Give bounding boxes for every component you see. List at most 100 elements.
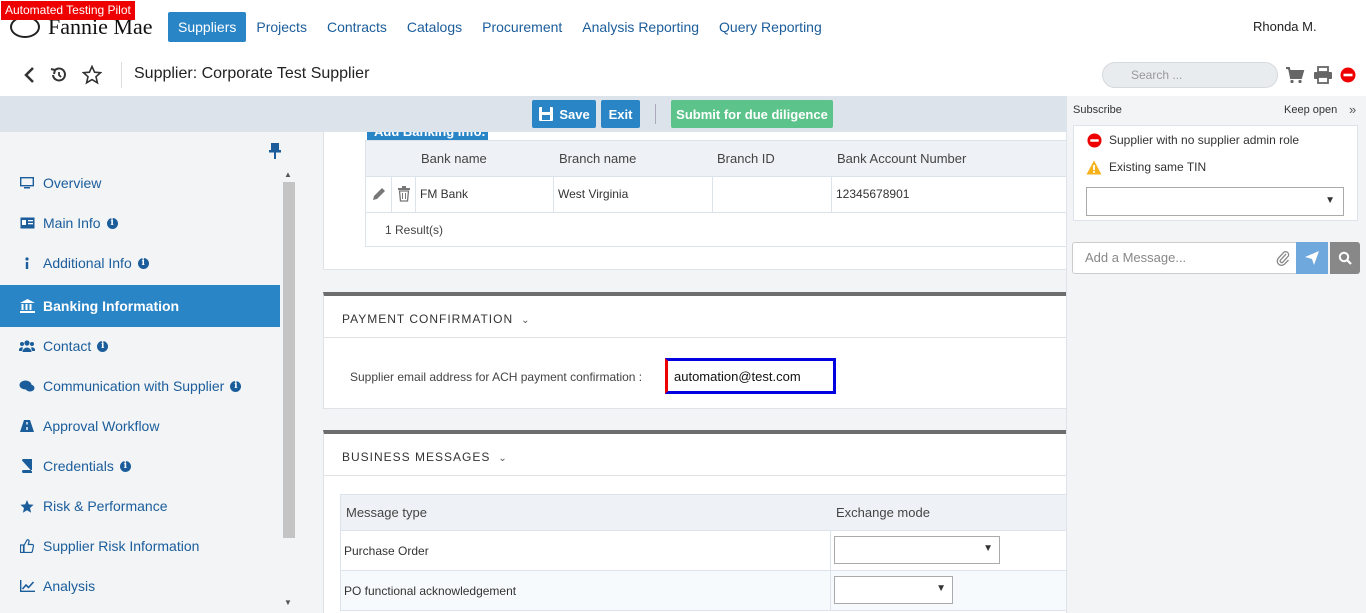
sidebar-item-label: Contact: [43, 338, 92, 354]
id-card-icon: [19, 215, 35, 231]
main-content: Add Banking Info. Bank name Branch name …: [298, 132, 1066, 613]
nav-contracts[interactable]: Contracts: [317, 12, 397, 42]
payment-confirmation-title[interactable]: PAYMENT CONFIRMATION ⌄: [342, 312, 531, 326]
payment-confirmation-label: PAYMENT CONFIRMATION: [342, 312, 514, 326]
back-icon[interactable]: [18, 64, 40, 86]
payment-confirmation-card: PAYMENT CONFIRMATION ⌄ Supplier email add…: [323, 292, 1066, 409]
business-messages-table: Message type Exchange mode Purchase Orde…: [340, 494, 1066, 611]
submit-due-diligence-button[interactable]: Submit for due diligence: [671, 100, 833, 128]
right-panel: Subscribe Keep open » Supplier with no s…: [1066, 96, 1366, 613]
nav-suppliers[interactable]: Suppliers: [168, 12, 247, 42]
dropdown-arrow-icon: ▼: [1325, 195, 1335, 206]
pin-icon[interactable]: [268, 142, 284, 160]
message-input[interactable]: Add a Message...: [1072, 242, 1297, 274]
top-navigation: Automated Testing Pilot Fannie Mae Suppl…: [0, 0, 1366, 54]
nav-catalogs[interactable]: Catalogs: [397, 12, 472, 42]
send-message-button[interactable]: [1296, 242, 1328, 274]
print-icon[interactable]: [1313, 65, 1333, 85]
attachment-icon[interactable]: [1276, 250, 1290, 267]
user-name[interactable]: Rhonda M.: [1253, 19, 1317, 34]
book-icon: [19, 458, 35, 474]
nav-procurement[interactable]: Procurement: [472, 12, 572, 42]
sidebar-item-risk-performance[interactable]: Risk & Performance: [0, 485, 280, 527]
business-messages-card: BUSINESS MESSAGES ⌄ Message type Exchange…: [323, 430, 1066, 613]
sidebar-item-banking-information[interactable]: Banking Information: [0, 285, 280, 327]
action-bar: Save Exit Submit for due diligence: [0, 96, 1066, 132]
keep-open-link[interactable]: Keep open: [1284, 104, 1337, 116]
col-exchange-mode: Exchange mode: [836, 505, 930, 520]
info-circle-icon[interactable]: i: [97, 340, 109, 352]
bank-icon: [19, 298, 35, 314]
account-number-cell: 12345678901: [836, 187, 910, 201]
page-header: Supplier: Corporate Test Supplier Search…: [0, 54, 1366, 96]
favorite-star-icon[interactable]: [81, 64, 103, 86]
sidebar-item-label: Banking Information: [43, 298, 180, 314]
info-circle-icon[interactable]: i: [119, 460, 131, 472]
alert-text: Existing same TIN: [1109, 160, 1207, 174]
branch-name-cell: West Virginia: [558, 187, 629, 201]
ach-email-input[interactable]: automation@test.com: [665, 358, 836, 394]
exchange-mode-select[interactable]: ▼: [834, 536, 1000, 564]
info-icon: [19, 255, 35, 271]
col-bank-name: Bank name: [421, 151, 487, 166]
banking-table-header: Bank name Branch name Branch ID Bank Acc…: [366, 141, 1066, 176]
section-sidebar: Overview Main Info i Additional Info i Bankin…: [0, 132, 298, 613]
page-title: Supplier: Corporate Test Supplier: [134, 65, 370, 82]
info-circle-icon[interactable]: i: [137, 257, 149, 269]
info-circle-icon[interactable]: i: [106, 217, 118, 229]
exit-button[interactable]: Exit: [601, 100, 640, 128]
sidebar-item-contact[interactable]: Contact i: [0, 325, 280, 367]
nav-projects[interactable]: Projects: [246, 12, 317, 42]
section-divider: [324, 475, 1066, 476]
bank-name-cell: FM Bank: [420, 187, 469, 201]
sidebar-item-label: Approval Workflow: [43, 418, 160, 434]
cart-icon[interactable]: [1285, 65, 1305, 85]
sidebar-item-label: Credentials: [43, 458, 114, 474]
sidebar-item-label: Main Info: [43, 215, 101, 231]
warning-icon: [1086, 159, 1102, 175]
subscribe-link[interactable]: Subscribe: [1073, 104, 1122, 116]
delete-icon[interactable]: [397, 186, 411, 205]
col-branch-name: Branch name: [559, 151, 637, 166]
sidebar-scrollbar[interactable]: [283, 182, 295, 538]
error-icon: [1086, 132, 1102, 148]
chat-icon: [19, 378, 35, 394]
scroll-up-icon[interactable]: ▲: [284, 170, 292, 179]
sidebar-item-credentials[interactable]: Credentials i: [0, 445, 280, 487]
sidebar-item-communication-with-supplier[interactable]: Communication with Supplier i: [0, 365, 280, 407]
nav-query-reporting[interactable]: Query Reporting: [709, 12, 832, 42]
main-menu: Suppliers Projects Contracts Catalogs Procur…: [168, 12, 832, 42]
table-row: PO functional acknowledgement ▼: [341, 570, 1066, 610]
sidebar-item-overview[interactable]: Overview: [0, 162, 280, 204]
sidebar-item-label: Overview: [43, 175, 102, 191]
banking-card: Add Banking Info. Bank name Branch name …: [323, 132, 1066, 270]
message-type-cell: Purchase Order: [344, 544, 429, 558]
col-branch-id: Branch ID: [717, 151, 775, 166]
history-icon[interactable]: [48, 64, 70, 86]
sidebar-item-supplier-risk-information[interactable]: Supplier Risk Information: [0, 525, 280, 567]
users-icon: [19, 338, 35, 354]
sidebar-item-main-info[interactable]: Main Info i: [0, 202, 280, 244]
sidebar-item-additional-info[interactable]: Additional Info i: [0, 242, 280, 284]
sidebar-item-label: Risk & Performance: [43, 498, 168, 514]
header-divider: [121, 62, 122, 88]
road-icon: [19, 418, 35, 434]
alert-stop-icon[interactable]: [1338, 65, 1358, 85]
global-search-input[interactable]: Search ...: [1102, 62, 1278, 88]
alert-select[interactable]: ▼: [1086, 187, 1344, 216]
exchange-mode-select[interactable]: ▼: [834, 576, 953, 604]
alert-same-tin: Existing same TIN: [1086, 159, 1206, 175]
sidebar-item-label: Analysis: [43, 578, 96, 594]
scroll-down-icon[interactable]: ▼: [284, 598, 292, 607]
info-circle-icon[interactable]: i: [230, 380, 242, 392]
sidebar-item-analysis[interactable]: Analysis: [0, 565, 280, 607]
search-messages-button[interactable]: [1330, 242, 1360, 274]
collapse-panel-icon[interactable]: »: [1349, 102, 1356, 117]
nav-analysis-reporting[interactable]: Analysis Reporting: [572, 12, 709, 42]
save-button[interactable]: Save: [532, 100, 596, 128]
col-account-number: Bank Account Number: [837, 151, 967, 166]
edit-icon[interactable]: [371, 186, 387, 205]
business-messages-title[interactable]: BUSINESS MESSAGES ⌄: [342, 450, 508, 464]
monitor-icon: [19, 175, 35, 191]
sidebar-item-approval-workflow[interactable]: Approval Workflow: [0, 405, 280, 447]
